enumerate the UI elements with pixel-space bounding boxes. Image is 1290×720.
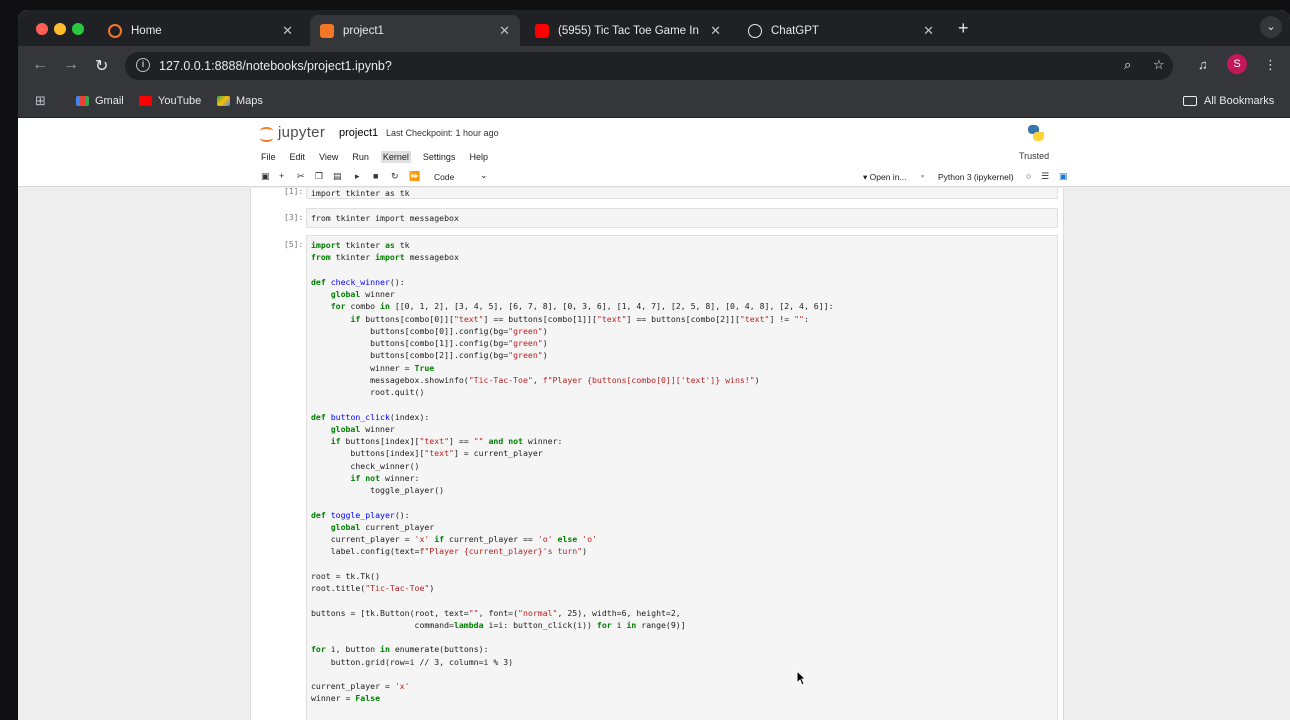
youtube-icon (535, 23, 549, 38)
browser-window: Home ✕ project1 ✕ (5955) Tic Tac Toe Gam… (18, 10, 1290, 720)
menu-kernel[interactable]: Kernel (380, 151, 411, 163)
menu-help[interactable]: Help (467, 151, 490, 163)
bookmark-gmail[interactable]: Gmail (76, 95, 124, 107)
notebook-toolbar: ▣ + ✂ ❐ ▤ ▸ ■ ↻ ⏩ Code ▾ Open in... ▪ Py… (259, 170, 1068, 185)
youtube-icon (139, 96, 152, 106)
maximize-window-button[interactable] (72, 23, 84, 35)
cell-code: import tkinter as tk (311, 188, 410, 198)
cell-prompt: [5]: (284, 240, 304, 249)
menu-settings[interactable]: Settings (421, 151, 458, 163)
close-icon[interactable]: ✕ (282, 23, 293, 39)
jupyter-header: jupyter project1 Last Checkpoint: 1 hour… (18, 118, 1290, 187)
bookmark-star-icon[interactable]: ☆ (1153, 57, 1165, 73)
maps-icon (217, 96, 230, 106)
jupyter-icon (108, 23, 122, 38)
cell-type-select[interactable]: Code (434, 170, 488, 182)
chatgpt-icon (748, 23, 762, 38)
python-icon (1028, 125, 1044, 141)
bookmark-maps[interactable]: Maps (217, 95, 263, 107)
menu-file[interactable]: File (259, 151, 278, 163)
run-icon[interactable]: ▸ (355, 171, 360, 182)
copy-icon[interactable]: ❐ (315, 171, 323, 182)
kebab-menu-icon[interactable]: ⋮ (1264, 57, 1277, 73)
close-icon[interactable]: ✕ (710, 23, 721, 39)
kernel-idle-icon: ○ (1026, 171, 1032, 181)
tab-home[interactable]: Home ✕ (98, 15, 303, 46)
close-window-button[interactable] (36, 23, 48, 35)
media-control-icon[interactable]: ♫ (1198, 57, 1208, 72)
cell-input[interactable]: import tkinter as tk (306, 188, 1058, 199)
address-bar[interactable]: i 127.0.0.1:8888/notebooks/project1.ipyn… (125, 52, 1173, 80)
notebook-title[interactable]: project1 (339, 127, 378, 139)
restart-icon[interactable]: ↻ (391, 171, 399, 182)
bookmark-youtube[interactable]: YouTube (139, 95, 201, 107)
cut-icon[interactable]: ✂ (297, 171, 305, 182)
folder-icon (1183, 96, 1197, 106)
menu-list-icon[interactable]: ☰ (1041, 171, 1049, 182)
cell-prompt: [1]: (284, 188, 304, 196)
cell-prompt: [3]: (284, 213, 304, 222)
checkpoint-status: Last Checkpoint: 1 hour ago (386, 128, 499, 138)
url-text: 127.0.0.1:8888/notebooks/project1.ipynb? (159, 59, 392, 73)
jupyter-page: jupyter project1 Last Checkpoint: 1 hour… (18, 118, 1290, 720)
close-icon[interactable]: ✕ (923, 23, 934, 39)
jupyter-logo[interactable]: jupyter (260, 124, 325, 142)
run-all-icon[interactable]: ⏩ (409, 171, 420, 182)
kernel-name[interactable]: Python 3 (ipykernel) (938, 172, 1014, 182)
cell-input[interactable]: import tkinter as tk from tkinter import… (306, 235, 1058, 720)
avatar[interactable]: S (1227, 54, 1247, 74)
trusted-badge[interactable]: Trusted (1019, 151, 1049, 161)
bookmarks-bar: ⊞ Gmail YouTube Maps All Bookmarks (18, 86, 1290, 118)
paste-icon[interactable]: ▤ (333, 171, 342, 182)
sidebar-toggle-icon[interactable]: ▣ (1059, 171, 1068, 182)
new-tab-button[interactable]: + (958, 18, 969, 39)
all-bookmarks[interactable]: All Bookmarks (1183, 95, 1274, 107)
menu-view[interactable]: View (317, 151, 340, 163)
tab-youtube-video[interactable]: (5955) Tic Tac Toe Game In P ✕ (525, 15, 731, 46)
apps-grid-icon[interactable]: ⊞ (35, 93, 46, 109)
add-cell-icon[interactable]: + (279, 171, 284, 181)
open-in-button[interactable]: ▾ Open in... (863, 172, 907, 183)
chevron-down-icon: ▾ (863, 172, 868, 182)
minimize-window-button[interactable] (54, 23, 66, 35)
menu-edit[interactable]: Edit (288, 151, 308, 163)
cell-input[interactable]: from tkinter import messagebox (306, 208, 1058, 228)
reload-icon[interactable]: ↻ (95, 56, 108, 76)
tab-search-icon[interactable]: ⌄ (1260, 16, 1282, 38)
close-icon[interactable]: ✕ (499, 23, 510, 39)
tab-bar: Home ✕ project1 ✕ (5955) Tic Tac Toe Gam… (18, 10, 1290, 46)
jupyter-icon (260, 125, 274, 142)
forward-icon[interactable]: → (63, 56, 79, 74)
cell-code: from tkinter import messagebox (311, 213, 459, 223)
mouse-cursor-icon (796, 670, 806, 686)
jupyter-notebook-icon (320, 23, 334, 38)
browser-toolbar: ← → ↻ i 127.0.0.1:8888/notebooks/project… (18, 46, 1290, 86)
save-icon[interactable]: ▣ (261, 171, 270, 182)
cell-code: import tkinter as tk from tkinter import… (311, 240, 834, 720)
back-icon[interactable]: ← (32, 56, 48, 74)
tab-chatgpt[interactable]: ChatGPT ✕ (738, 15, 944, 46)
notebook-area: [1]: import tkinter as tk [3]: from tkin… (250, 188, 1064, 720)
kernel-status-icon: ▪ (921, 171, 925, 181)
stop-icon[interactable]: ■ (373, 171, 378, 181)
gmail-icon (76, 96, 89, 106)
site-info-icon[interactable]: i (136, 58, 150, 72)
tab-project1[interactable]: project1 ✕ (310, 15, 520, 46)
menu-bar: File Edit View Run Kernel Settings Help (259, 151, 500, 163)
menu-run[interactable]: Run (350, 151, 371, 163)
zoom-icon[interactable]: ⌕ (1124, 57, 1131, 73)
